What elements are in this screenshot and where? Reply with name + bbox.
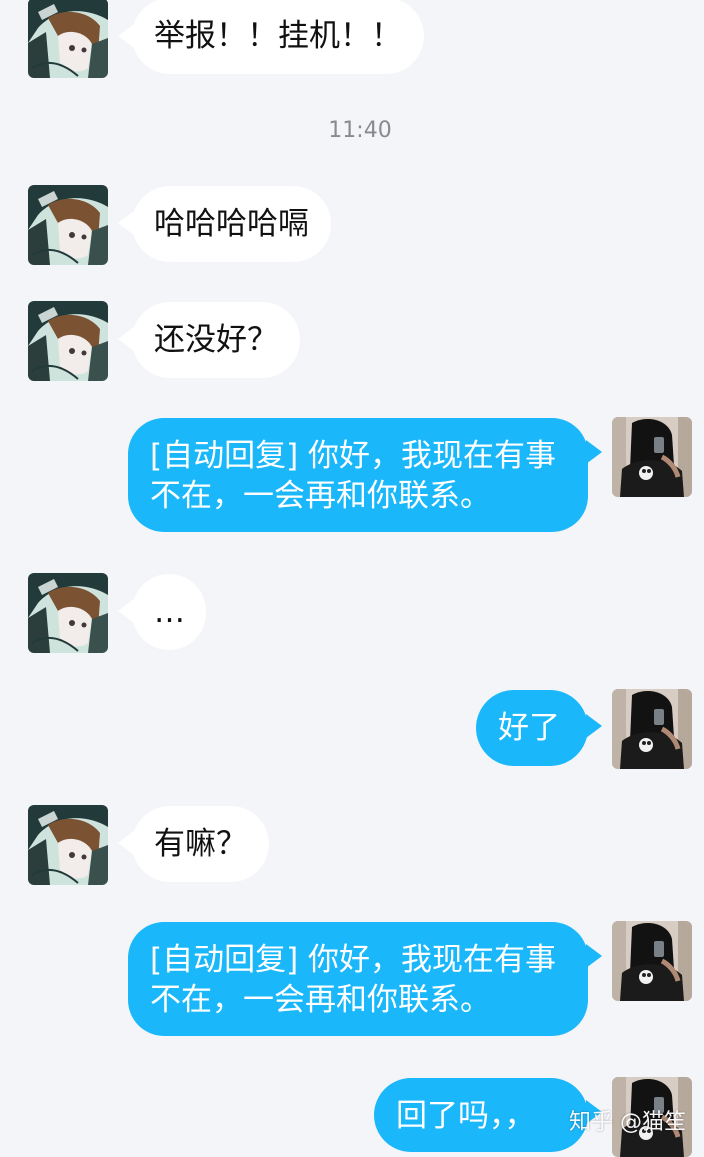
message-bubble[interactable]: [自动回复] 你好，我现在有事不在，一会再和你联系。 [128, 418, 588, 532]
anime-character-avatar-icon [28, 805, 108, 885]
dark-photo-avatar-icon [612, 921, 692, 1001]
message-bubble[interactable]: 还没好？ [132, 302, 300, 378]
message-text: … [154, 594, 185, 630]
message-text: 哈哈哈哈嗝 [154, 206, 309, 242]
dark-photo-avatar-icon [612, 689, 692, 769]
message-bubble[interactable]: 哈哈哈哈嗝 [132, 186, 331, 262]
sender-avatar[interactable] [28, 301, 108, 381]
sender-avatar[interactable] [28, 573, 108, 653]
message-text: [自动回复] 你好，我现在有事不在，一会再和你联系。 [150, 438, 557, 514]
message-text: 回了吗，， [396, 1098, 536, 1134]
message-text: [自动回复] 你好，我现在有事不在，一会再和你联系。 [150, 942, 557, 1018]
sender-avatar[interactable] [28, 185, 108, 265]
anime-character-avatar-icon [28, 185, 108, 265]
timestamp: 11:40 [328, 118, 392, 143]
self-avatar[interactable] [612, 417, 692, 497]
bubble-tail [586, 714, 602, 738]
message-bubble[interactable]: 回了吗，， [374, 1078, 588, 1152]
anime-character-avatar-icon [28, 573, 108, 653]
message-bubble[interactable]: 好了 [476, 690, 588, 766]
watermark: 知乎 @猫笙 [569, 1110, 686, 1135]
self-avatar[interactable] [612, 921, 692, 1001]
bubble-tail [586, 440, 602, 464]
message-text: 有嘛？ [154, 826, 247, 862]
message-text: 举报！！挂机！！ [154, 18, 402, 54]
bubble-tail [586, 944, 602, 968]
message-bubble[interactable]: [自动回复] 你好，我现在有事不在，一会再和你联系。 [128, 922, 588, 1036]
message-bubble[interactable]: … [132, 574, 206, 650]
message-text: 好了 [498, 710, 560, 746]
anime-character-avatar-icon [28, 0, 108, 78]
dark-photo-avatar-icon [612, 417, 692, 497]
message-text: 还没好？ [154, 322, 278, 358]
message-bubble[interactable]: 有嘛？ [132, 806, 269, 882]
sender-avatar[interactable] [28, 0, 108, 78]
sender-avatar[interactable] [28, 805, 108, 885]
message-bubble[interactable]: 举报！！挂机！！ [132, 0, 424, 74]
self-avatar[interactable] [612, 689, 692, 769]
anime-character-avatar-icon [28, 301, 108, 381]
